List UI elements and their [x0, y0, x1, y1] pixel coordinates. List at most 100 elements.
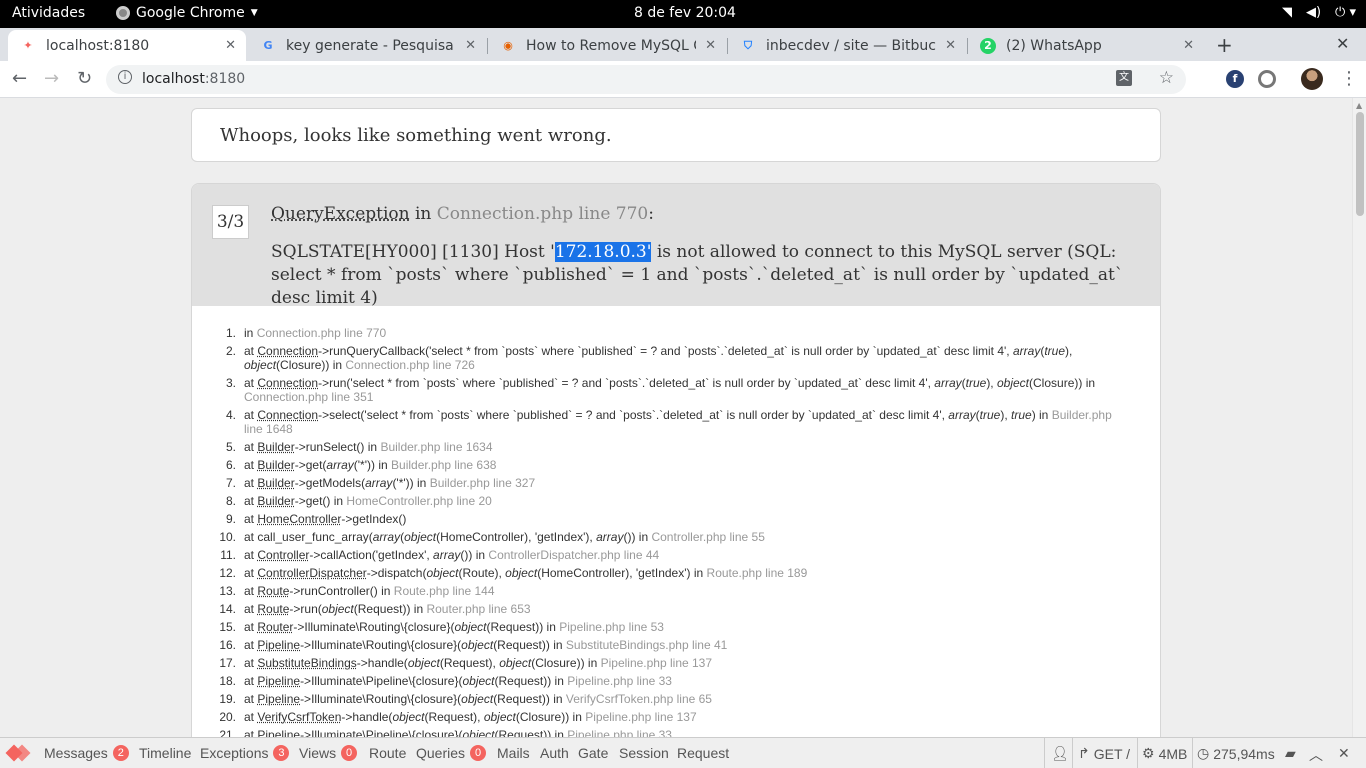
- trace-location: Router.php line 653: [426, 602, 531, 616]
- scroll-up-icon[interactable]: ▲: [1356, 101, 1362, 110]
- profile-avatar[interactable]: [1301, 68, 1323, 90]
- extension-gear-icon[interactable]: [1258, 70, 1276, 88]
- debugbar-tab-mails[interactable]: Mails: [497, 745, 530, 761]
- tab-localhost[interactable]: ✦ localhost:8180 ✕: [8, 30, 246, 61]
- trace-location: Pipeline.php line 137: [585, 710, 697, 724]
- trace-item: 17. at SubstituteBindings->handle(object(…: [216, 656, 1116, 670]
- back-arrow-icon[interactable]: ←: [12, 68, 27, 89]
- trace-location: Controller.php line 55: [651, 530, 765, 544]
- trace-prefix: at: [244, 602, 255, 616]
- forward-arrow-icon[interactable]: →: [44, 68, 59, 89]
- trace-class: Pipeline: [257, 638, 301, 652]
- debugbar-tab-label: Request: [677, 745, 730, 761]
- debugbar-tab-auth[interactable]: Auth: [540, 745, 569, 761]
- trace-number: 19.: [219, 692, 236, 706]
- trace-number: 5.: [225, 440, 236, 454]
- exception-panel: 3/3 QueryException in Connection.php lin…: [191, 183, 1161, 737]
- bookmark-star-icon[interactable]: ☆: [1159, 68, 1174, 88]
- chevron-up-icon[interactable]: ︿: [1309, 745, 1323, 765]
- url-text[interactable]: localhost:8180: [142, 71, 245, 87]
- trace-call: ->Illuminate\Routing\{closure}(object(Re…: [300, 638, 563, 652]
- close-icon[interactable]: ✕: [225, 38, 236, 53]
- tab-google-search[interactable]: G key generate - Pesquisa G ✕: [248, 30, 486, 61]
- fedora-extension-icon[interactable]: f: [1226, 70, 1244, 88]
- open-folder-icon[interactable]: ▰: [1285, 745, 1296, 762]
- menu-kebab-icon[interactable]: ⋮: [1340, 68, 1358, 89]
- trace-prefix: at: [244, 440, 255, 454]
- trace-location: Route.php line 189: [706, 566, 808, 580]
- trace-number: 4.: [225, 408, 236, 422]
- system-tray[interactable]: ◥ ◀) ⏻ ▾: [1282, 5, 1356, 20]
- trace-item: 8. at Builder->get() in HomeController.ph…: [216, 494, 1116, 508]
- trace-number: 1.: [225, 326, 236, 340]
- url-host: localhost: [142, 71, 205, 87]
- whatsapp-favicon-icon: 2: [980, 37, 996, 54]
- tab-title: (2) WhatsApp: [1006, 37, 1102, 54]
- trace-prefix: at: [244, 476, 255, 490]
- trace-location: Builder.php line 327: [429, 476, 536, 490]
- tab-whatsapp[interactable]: 2 (2) WhatsApp ✕: [968, 30, 1204, 61]
- debugbar-tab-gate[interactable]: Gate: [578, 745, 608, 761]
- debugbar-tab-views[interactable]: Views 0: [299, 745, 358, 761]
- debugbar-tab-queries[interactable]: Queries 0: [416, 745, 487, 761]
- new-tab-plus-icon[interactable]: +: [1216, 33, 1233, 57]
- reload-icon[interactable]: ↻: [77, 68, 92, 89]
- request-method-label: GET /: [1093, 745, 1131, 762]
- close-icon[interactable]: ✕: [465, 38, 476, 53]
- tab-remove-mysql[interactable]: ◉ How to Remove MySQL Co ✕: [488, 30, 726, 61]
- memory-usage[interactable]: ⚙ 4MB: [1142, 745, 1187, 762]
- debugbar-tab-messages[interactable]: Messages 2: [44, 745, 129, 761]
- trace-item: 7. at Builder->getModels(array('*')) in B…: [216, 476, 1116, 490]
- user-icon[interactable]: 👤︎: [1051, 745, 1069, 762]
- debugbar-logo-icon[interactable]: [5, 744, 31, 762]
- trace-call: call_user_func_array(array(object(HomeCo…: [257, 530, 649, 544]
- debugbar-tab-timeline[interactable]: Timeline: [139, 745, 191, 761]
- request-time[interactable]: ◷ 275,94ms: [1197, 745, 1275, 762]
- page-scrollbar[interactable]: ▲: [1352, 98, 1366, 737]
- translate-icon[interactable]: 文: [1116, 70, 1132, 86]
- close-icon[interactable]: ✕: [1183, 38, 1194, 53]
- chrome-icon: [116, 6, 130, 20]
- debugbar-tab-session[interactable]: Session: [619, 745, 669, 761]
- debugbar-tab-route[interactable]: Route: [369, 745, 406, 761]
- app-menu[interactable]: Google Chrome ▼: [116, 5, 258, 21]
- trace-item: 12. at ControllerDispatcher->dispatch(obj…: [216, 566, 1116, 580]
- divider: [1072, 738, 1073, 768]
- request-method[interactable]: ↱ GET /: [1078, 745, 1130, 762]
- debugbar-tab-label: Session: [619, 745, 669, 761]
- trace-call: ->callAction('getIndex', array()) in: [309, 548, 486, 562]
- browser-toolbar: ← → ↻ i localhost:8180 文 ☆ f ⋮: [0, 61, 1366, 98]
- info-icon[interactable]: i: [118, 70, 132, 84]
- window-close-icon[interactable]: ✕: [1336, 34, 1349, 53]
- activities-button[interactable]: Atividades: [12, 5, 85, 21]
- trace-location: Pipeline.php line 137: [600, 656, 713, 670]
- trace-class: Connection: [257, 376, 319, 390]
- scrollbar-thumb[interactable]: [1356, 112, 1364, 216]
- clock[interactable]: 8 de fev 20:04: [634, 5, 736, 21]
- trace-class: Controller: [257, 548, 310, 562]
- trace-class: ControllerDispatcher: [257, 566, 367, 580]
- trace-item: 14. at Route->run(object(Request)) in Rou…: [216, 602, 1116, 616]
- clock-icon: ◷: [1197, 745, 1210, 761]
- trace-prefix: at: [244, 512, 255, 526]
- trace-item: 21. at Pipeline->Illuminate\Pipeline\{clo…: [216, 728, 1116, 737]
- trace-location: HomeController.php line 20: [346, 494, 492, 508]
- trace-class: Pipeline: [257, 674, 301, 688]
- close-icon[interactable]: ✕: [1338, 745, 1350, 762]
- address-bar[interactable]: i localhost:8180 文 ☆: [106, 65, 1186, 94]
- debugbar-tab-exceptions[interactable]: Exceptions 3: [200, 745, 290, 761]
- trace-number: 10.: [219, 530, 236, 544]
- debugbar-tab-label: Queries: [416, 745, 466, 761]
- count-badge: 2: [112, 745, 129, 761]
- time-label: 275,94ms: [1213, 745, 1275, 762]
- trace-prefix: at: [244, 620, 255, 634]
- close-icon[interactable]: ✕: [945, 38, 956, 53]
- close-icon[interactable]: ✕: [705, 38, 716, 53]
- trace-prefix: at: [244, 548, 255, 562]
- tab-bitbucket[interactable]: ⛉ inbecdev / site — Bitbuck ✕: [728, 30, 966, 61]
- trace-prefix: at: [244, 728, 255, 737]
- trace-number: 21.: [219, 728, 236, 737]
- selected-text: 172.18.0.3': [554, 242, 652, 262]
- trace-location: Pipeline.php line 33: [567, 674, 672, 688]
- debugbar-tab-request[interactable]: Request: [677, 745, 729, 761]
